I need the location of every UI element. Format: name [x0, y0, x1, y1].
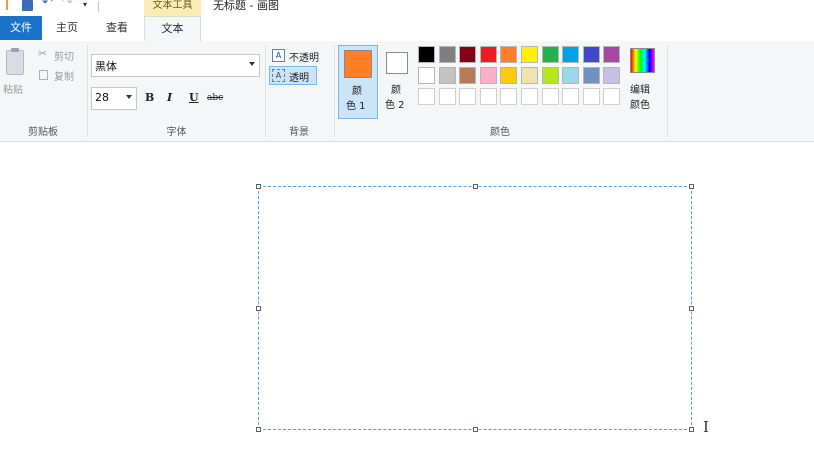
group-divider	[667, 45, 668, 137]
underline-button[interactable]: U	[189, 91, 199, 104]
cut-label: 剪切	[54, 52, 74, 63]
resize-handle-s[interactable]	[473, 427, 478, 432]
tab-view[interactable]: 查看	[92, 16, 142, 40]
color2-swatch	[386, 52, 408, 74]
palette-swatch[interactable]	[582, 67, 600, 84]
custom-color-slot[interactable]	[562, 88, 580, 105]
copy-icon	[39, 70, 48, 80]
font-group-label: 字体	[166, 127, 187, 138]
resize-handle-w[interactable]	[256, 306, 261, 311]
window-title: 无标题 - 画图	[213, 0, 279, 12]
tab-text[interactable]: 文本	[144, 16, 201, 42]
color1-label-line2: 色 1	[346, 101, 366, 112]
color1-button[interactable]: 颜 色 1	[338, 45, 378, 119]
color2-label-line1: 颜	[391, 85, 401, 96]
save-icon[interactable]	[22, 0, 33, 11]
paste-label: 粘贴	[3, 85, 23, 96]
palette-swatch[interactable]	[438, 67, 456, 84]
font-size-value: 28	[95, 91, 109, 104]
tab-file[interactable]: 文件	[0, 16, 42, 40]
copy-label: 复制	[54, 72, 74, 83]
color-palette	[418, 46, 624, 110]
palette-swatch[interactable]	[479, 67, 497, 84]
redo-icon[interactable]: ↷	[62, 0, 76, 9]
scissors-icon: ✂	[38, 47, 48, 60]
title-bar: ↶ ↷ ▾	[0, 0, 814, 16]
palette-swatch[interactable]	[541, 67, 559, 84]
resize-handle-ne[interactable]	[689, 184, 694, 189]
ribbon-tab-row: 文件 主页 查看 文本	[0, 16, 814, 42]
font-size-select[interactable]: 28	[91, 87, 137, 110]
resize-handle-n[interactable]	[473, 184, 478, 189]
resize-handle-nw[interactable]	[256, 184, 261, 189]
text-cursor-icon: I	[703, 418, 709, 436]
transparent-background-icon: A	[272, 69, 285, 82]
tab-home[interactable]: 主页	[44, 16, 90, 40]
palette-swatch[interactable]	[418, 46, 435, 63]
resize-handle-sw[interactable]	[256, 427, 261, 432]
palette-swatch[interactable]	[438, 46, 456, 63]
cut-button[interactable]: ✂ 剪切	[38, 47, 84, 63]
copy-button[interactable]: 复制	[38, 68, 84, 83]
color1-swatch	[344, 50, 372, 78]
edit-colors-label-line1: 编辑	[630, 85, 650, 96]
palette-swatch[interactable]	[562, 46, 580, 63]
app-icon	[2, 0, 8, 10]
custom-color-slot[interactable]	[438, 88, 456, 105]
transparent-option[interactable]: A 透明	[269, 66, 317, 85]
clipboard-icon	[6, 48, 24, 75]
color-spectrum-icon	[630, 48, 655, 73]
custom-color-slot[interactable]	[418, 88, 435, 105]
opaque-background-icon: A	[272, 49, 285, 62]
text-box-selection[interactable]	[256, 184, 694, 432]
opaque-option[interactable]: A 不透明	[271, 48, 329, 64]
palette-swatch[interactable]	[459, 46, 477, 63]
color1-label-line1: 颜	[352, 86, 362, 97]
palette-swatch[interactable]	[603, 67, 621, 84]
edit-colors-label-line2: 颜色	[630, 100, 650, 111]
palette-swatch[interactable]	[459, 67, 477, 84]
title-separator	[98, 1, 99, 12]
colors-group-label: 颜色	[490, 127, 510, 138]
undo-icon[interactable]: ↶	[42, 0, 56, 9]
font-family-value: 黑体	[95, 60, 117, 73]
chevron-down-icon	[249, 62, 255, 66]
color2-label-line2: 色 2	[385, 100, 405, 111]
palette-swatch[interactable]	[418, 67, 435, 84]
palette-swatch[interactable]	[603, 46, 621, 63]
paste-button[interactable]: 粘贴	[2, 47, 28, 99]
color2-button[interactable]: 颜 色 2	[380, 45, 414, 119]
palette-swatch[interactable]	[479, 46, 497, 63]
palette-swatch[interactable]	[541, 46, 559, 63]
text-tools-context-label: 文本工具	[144, 0, 201, 16]
bold-button[interactable]: B	[145, 91, 154, 104]
palette-swatch[interactable]	[562, 67, 580, 84]
background-group-label: 背景	[289, 127, 309, 138]
custom-color-slot[interactable]	[500, 88, 518, 105]
clipboard-group-label: 剪贴板	[28, 127, 58, 138]
custom-color-slot[interactable]	[582, 88, 600, 105]
strikethrough-button[interactable]: abc	[207, 93, 223, 103]
palette-swatch[interactable]	[521, 46, 538, 63]
custom-color-slot[interactable]	[521, 88, 538, 105]
custom-color-slot[interactable]	[459, 88, 477, 105]
resize-handle-e[interactable]	[689, 306, 694, 311]
opaque-label: 不透明	[289, 53, 319, 64]
italic-button[interactable]: I	[167, 91, 172, 104]
transparent-label: 透明	[289, 73, 309, 84]
custom-color-slot[interactable]	[603, 88, 621, 105]
custom-color-slot[interactable]	[479, 88, 497, 105]
font-family-select[interactable]: 黑体	[91, 54, 260, 77]
palette-swatch[interactable]	[582, 46, 600, 63]
palette-swatch[interactable]	[500, 67, 518, 84]
resize-handle-se[interactable]	[689, 427, 694, 432]
customize-toolbar-icon[interactable]: ▾	[83, 0, 91, 10]
ribbon: 粘贴 ✂ 剪切 复制 剪贴板 黑体 28 B I U abc 字体 A 不透明 …	[0, 41, 814, 142]
chevron-down-icon	[126, 95, 132, 99]
palette-swatch[interactable]	[521, 67, 538, 84]
custom-color-slot[interactable]	[541, 88, 559, 105]
edit-colors-button[interactable]: 编辑 颜色	[626, 45, 660, 119]
palette-swatch[interactable]	[500, 46, 518, 63]
